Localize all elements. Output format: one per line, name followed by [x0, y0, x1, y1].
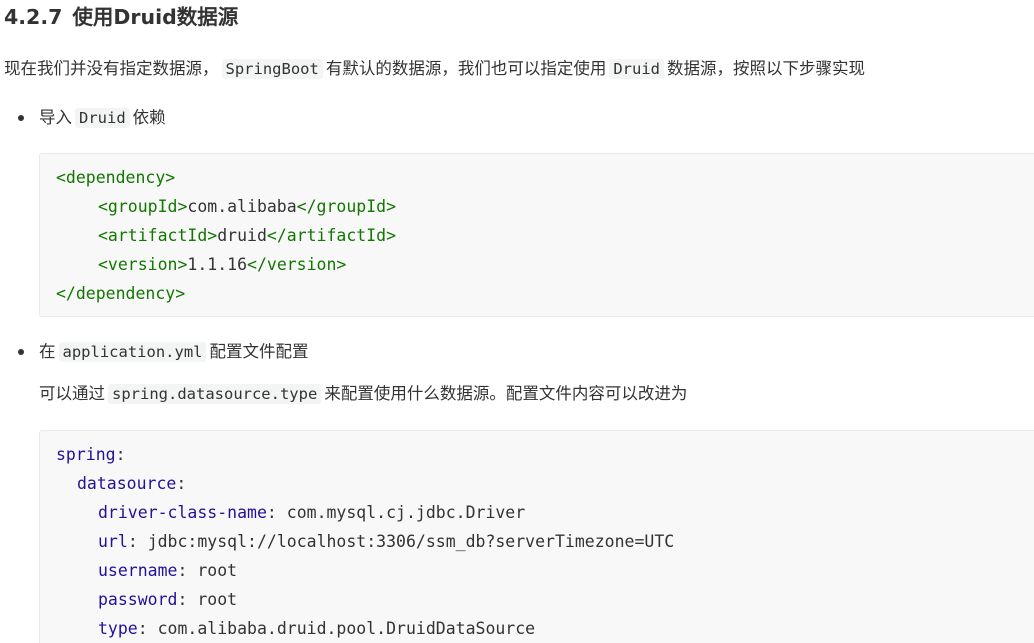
yaml-line-datasource: datasource:	[77, 474, 187, 493]
step2-text-2: 配置文件配置	[209, 342, 309, 361]
inline-code-druid-dependency: Druid	[75, 108, 130, 128]
yaml-line-url: url: jdbc:mysql://localhost:3306/ssm_db?…	[98, 532, 675, 551]
yaml-line-type: type: com.alibaba.druid.pool.DruidDataSo…	[98, 619, 536, 638]
list-item-application-yml: 在 application.yml 配置文件配置	[39, 339, 308, 365]
section-title: 使用Druid数据源	[72, 5, 239, 29]
section-number: 4.2.7	[4, 5, 63, 29]
intro-text-1: 现在我们并没有指定数据源，	[4, 59, 219, 78]
step2-text-1: 在	[39, 342, 56, 361]
bullet-icon	[18, 115, 24, 121]
step2-description: 可以通过 spring.datasource.type 来配置使用什么数据源。配置文…	[39, 381, 687, 407]
section-heading: 4.2.7 使用Druid数据源	[4, 0, 238, 34]
yaml-code-block: spring: datasource: driver-class-name: c…	[39, 430, 1034, 643]
xml-line-dependency-close: </dependency>	[56, 284, 186, 303]
xml-line-groupid: <groupId>com.alibaba</groupId>	[98, 197, 397, 216]
step1-text-2: 依赖	[132, 108, 166, 127]
bullet-icon	[18, 349, 24, 355]
inline-code-druid: Druid	[609, 59, 664, 79]
xml-line-dependency-open: <dependency>	[56, 168, 176, 187]
yaml-line-password: password: root	[98, 590, 238, 609]
list-item-import-druid: 导入 Druid 依赖	[39, 105, 166, 131]
yaml-line-spring: spring:	[56, 445, 126, 464]
xml-code-block: <dependency> <groupId>com.alibaba</group…	[39, 153, 1034, 317]
inline-code-application-yml: application.yml	[58, 342, 207, 362]
inline-code-datasource-type: spring.datasource.type	[108, 384, 322, 404]
intro-text-2: 有默认的数据源，我们也可以指定使用	[325, 59, 607, 78]
step1-text-1: 导入	[39, 108, 72, 127]
yaml-line-username: username: root	[98, 561, 238, 580]
inline-code-springboot: SpringBoot	[221, 59, 323, 79]
step2-desc-text-2: 来配置使用什么数据源。配置文件内容可以改进为	[324, 384, 688, 403]
intro-text-3: 数据源，按照以下步骤实现	[667, 59, 865, 78]
yaml-line-driver-class-name: driver-class-name: com.mysql.cj.jdbc.Dri…	[98, 503, 526, 522]
xml-line-version: <version>1.1.16</version>	[98, 255, 347, 274]
xml-line-artifactid: <artifactId>druid</artifactId>	[98, 226, 397, 245]
intro-paragraph: 现在我们并没有指定数据源， SpringBoot 有默认的数据源，我们也可以指定使用…	[4, 56, 865, 82]
step2-desc-text-1: 可以通过	[39, 384, 105, 403]
